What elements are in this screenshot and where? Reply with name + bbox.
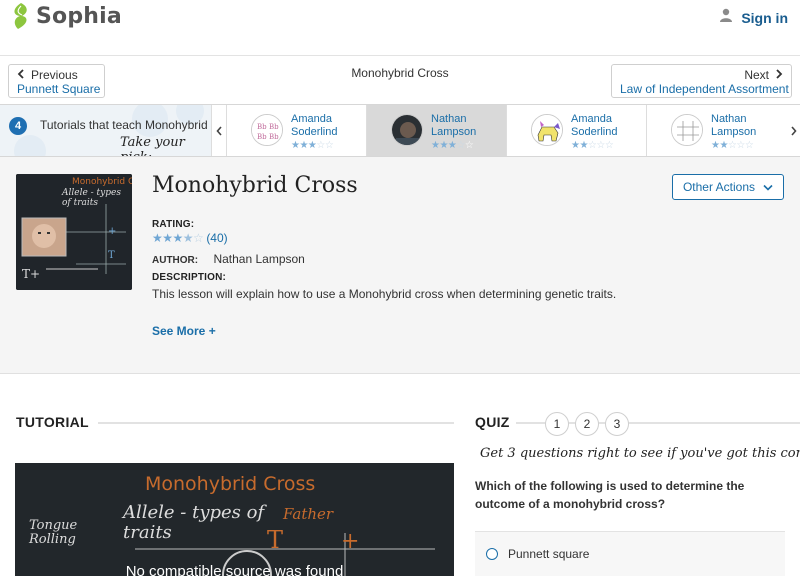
lesson-details: T+ T + Monohybrid C Allele - types of tr… (0, 157, 800, 374)
svg-text:Bb: Bb (257, 123, 267, 131)
sophia-logo[interactable]: Sophia (10, 2, 122, 30)
quiz-answer-label: Punnett square (508, 547, 590, 561)
site-header: Sophia Sign in (0, 0, 800, 56)
tutorials-label: Tutorials that teach Monohybrid Cross (40, 118, 211, 132)
sign-in-label: Sign in (741, 9, 788, 26)
photo-avatar (391, 114, 423, 146)
other-actions-label: Other Actions (682, 180, 756, 194)
tutorial-divider (98, 422, 454, 424)
tutorial-card[interactable]: Bb Bb Bb Bb Amanda Soderlind ★★★☆☆ (227, 105, 367, 156)
video-board-scribble: Allele - types of traits (123, 502, 265, 543)
tutorial-card[interactable]: Nathan Lampson ★★☆☆☆ (647, 105, 787, 156)
chevron-left-icon (215, 125, 222, 136)
chevron-right-icon (775, 68, 783, 82)
quiz-answer-option[interactable]: Punnett square (475, 531, 785, 576)
rating: ★★★★☆ (40) (152, 231, 228, 245)
see-more-link[interactable]: See More + (152, 324, 216, 338)
author-label: AUTHOR: (152, 255, 199, 266)
next-label: Next (744, 68, 769, 82)
lesson-description: This lesson will explain how to use a Mo… (152, 287, 617, 301)
tutorial-card-active[interactable]: Nathan Lampson ★★★☆☆ (367, 105, 507, 156)
tutorials-strip: 4 Tutorials that teach Monohybrid Cross … (0, 104, 800, 157)
rating-count[interactable]: (40) (206, 231, 227, 245)
quiz-question-3[interactable]: 3 (605, 412, 629, 436)
thumbnail-title: Monohybrid C (72, 177, 132, 187)
description-label: DESCRIPTION: (152, 272, 227, 283)
rating-stars: ★★★★☆ (152, 231, 204, 245)
take-your-pick-label: Take your pick: (120, 135, 185, 156)
unicorn-icon (531, 114, 563, 146)
tutorial-count-badge: 4 (9, 117, 27, 135)
lesson-thumbnail[interactable]: T+ T + Monohybrid C Allele - types of tr… (16, 174, 132, 290)
video-board-title: Monohybrid Cross (145, 473, 316, 495)
previous-lesson-title: Punnett Square (17, 82, 101, 96)
sophia-leaf-icon (10, 2, 32, 30)
svg-text:Bb: Bb (257, 133, 267, 141)
other-actions-dropdown[interactable]: Other Actions (672, 174, 784, 200)
previous-lesson-button[interactable]: Previous Punnett Square (8, 64, 105, 98)
quiz-question-2[interactable]: 2 (575, 412, 599, 436)
bibi-icon: Bb Bb Bb Bb (251, 114, 283, 146)
tutorial-card[interactable]: Amanda Soderlind ★★☆☆☆ (507, 105, 647, 156)
tutorial-rating-stars: ★★★☆☆ (431, 140, 474, 151)
strip-scroll-left-button[interactable] (211, 105, 227, 156)
user-icon (719, 8, 733, 27)
tutorial-author: Nathan Lampson (711, 113, 757, 138)
thumbnail-scribble: Allele - types of traits (62, 188, 121, 208)
svg-text:Bb: Bb (269, 133, 279, 141)
svg-text:+: + (108, 226, 116, 237)
svg-text:Bb: Bb (269, 123, 279, 131)
tutorial-rating-stars: ★★☆☆☆ (571, 140, 614, 151)
chevron-right-icon (790, 125, 797, 136)
lesson-title: Monohybrid Cross (152, 173, 358, 198)
tutorial-heading: TUTORIAL (16, 414, 89, 430)
tutorial-author: Amanda Soderlind (291, 113, 338, 138)
previous-label: Previous (31, 68, 78, 82)
video-error-message: No compatible source was found (125, 563, 344, 576)
chevron-left-icon (17, 68, 25, 82)
tutorial-author: Nathan Lampson (431, 113, 477, 138)
quiz-heading: QUIZ (475, 414, 510, 430)
video-board-father: Father (283, 505, 334, 523)
chevron-down-icon (763, 180, 773, 194)
video-board-tongue: Tongue Rolling (29, 518, 78, 547)
sign-in-button[interactable]: Sign in (719, 8, 788, 27)
svg-text:T+: T+ (22, 267, 40, 281)
tutorial-rating-stars: ★★★☆☆ (291, 140, 334, 151)
lesson-navigation: Previous Punnett Square Monohybrid Cross… (0, 56, 800, 104)
brand-name: Sophia (36, 3, 122, 29)
radio-button[interactable] (486, 548, 498, 560)
rating-label: RATING: (152, 219, 195, 230)
author-name: Nathan Lampson (213, 252, 305, 266)
tutorials-summary: 4 Tutorials that teach Monohybrid Cross … (0, 105, 211, 156)
video-player[interactable]: T + Monohybrid Cross Allele - types of t… (15, 463, 454, 576)
svg-text:+: + (341, 529, 359, 554)
grid-icon (671, 114, 703, 146)
tutorial-rating-stars: ★★☆☆☆ (711, 140, 754, 151)
strip-scroll-right-button[interactable] (786, 105, 800, 156)
svg-text:T: T (108, 250, 115, 261)
quiz-prompt: Get 3 questions right to see if you've g… (480, 446, 800, 461)
next-lesson-title: Law of Independent Assortment (620, 82, 789, 96)
quiz-question-1[interactable]: 1 (545, 412, 569, 436)
quiz-question-text: Which of the following is used to determ… (475, 479, 745, 511)
author-row: AUTHOR: Nathan Lampson (152, 252, 305, 266)
next-lesson-button[interactable]: Next Law of Independent Assortment (611, 64, 792, 98)
tutorial-author: Amanda Soderlind (571, 113, 618, 138)
